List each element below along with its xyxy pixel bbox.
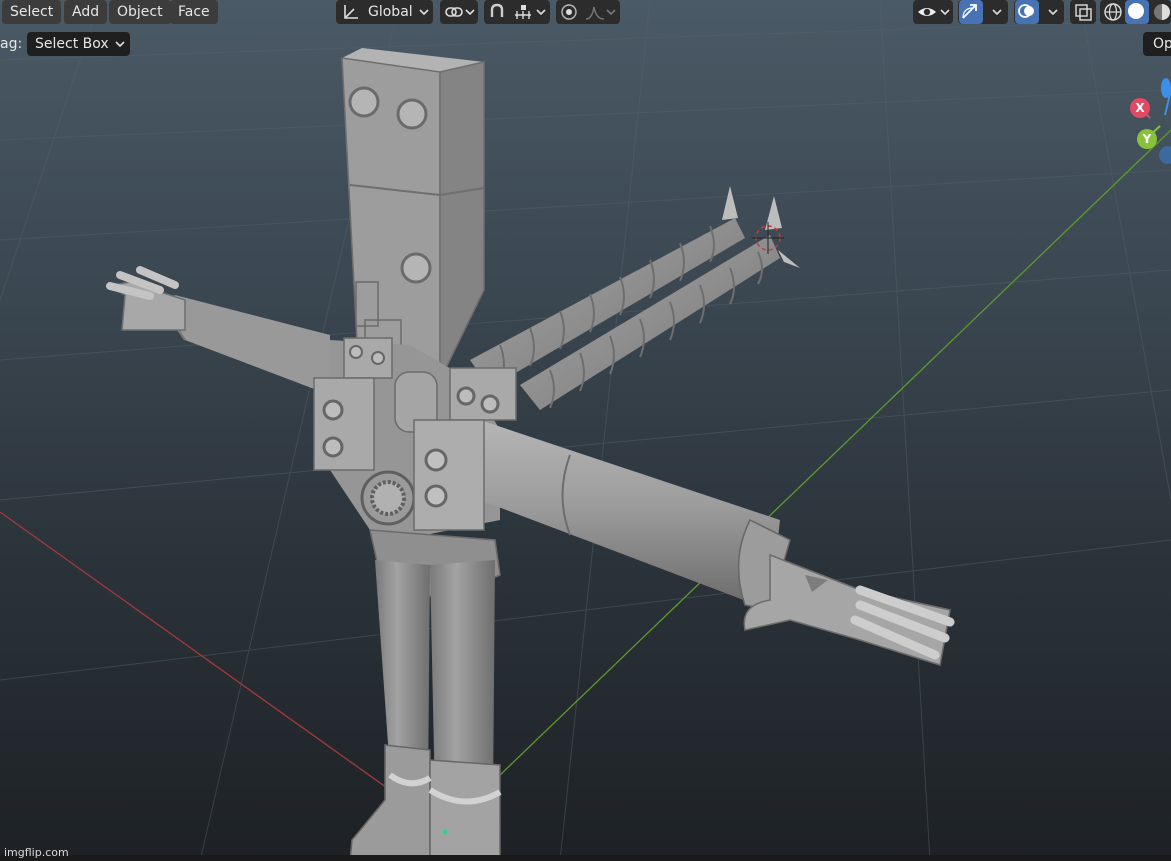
y-axis-line [499,129,1171,776]
gizmo-group[interactable] [958,0,1008,24]
scene-canvas[interactable] [0,0,1171,861]
menu-select[interactable]: Select [2,0,62,24]
drag-label: ag: [0,36,23,52]
gizmo-x-axis[interactable]: X [1130,98,1150,118]
material-sphere-icon[interactable] [1151,1,1171,23]
chevron-down-icon [113,32,127,56]
chevron-down-icon [463,0,477,24]
chevron-down-icon [534,0,548,24]
operator-panel-button[interactable]: Op [1143,32,1171,56]
left-arm [105,266,330,395]
menu-object[interactable]: Object [109,0,171,24]
chevron-down-icon [604,0,618,24]
eye-icon [916,1,938,23]
magnet-icon[interactable] [486,1,508,23]
3d-viewport[interactable]: Select Add Object Face Global ag: Select… [0,0,1171,861]
viewport-bottom-edge [0,855,1171,861]
proportional-edit-group[interactable] [556,0,620,24]
watermark: imgflip.com [4,846,69,859]
proportional-edit-icon[interactable] [558,1,580,23]
transform-orientation-dropdown[interactable]: Global [336,0,433,24]
gizmo-z-axis[interactable] [1161,78,1171,98]
menu-face[interactable]: Face [170,0,218,24]
falloff-curve-icon[interactable] [584,1,606,23]
gizmo-y-axis[interactable]: Y [1137,129,1157,149]
xray-toggle[interactable] [1070,0,1096,24]
visibility-dropdown[interactable] [913,0,953,24]
pivot-point-dropdown[interactable] [440,0,478,24]
solid-sphere-icon[interactable] [1125,0,1149,24]
orientation-axes-icon [340,1,362,23]
robot-legs [349,560,502,861]
gun-barrels [470,186,800,410]
orientation-label: Global [368,4,413,20]
chevron-down-icon [990,0,1004,24]
chevron-down-icon [938,0,952,24]
floor-grid [0,0,1171,861]
pivot-link-icon [443,1,465,23]
shading-mode-group[interactable] [1100,0,1171,24]
snap-increment-icon[interactable] [512,1,534,23]
snap-group[interactable] [484,0,550,24]
chevron-down-icon [1046,0,1060,24]
select-box-dropdown[interactable]: Select Box [27,32,130,56]
menu-add[interactable]: Add [64,0,108,24]
overlays-icon[interactable] [1015,0,1039,24]
select-mode-label: Select Box [35,36,109,52]
overlays-group[interactable] [1014,0,1064,24]
xray-icon [1072,1,1094,23]
chevron-down-icon [417,0,431,24]
gizmo-arrow-icon[interactable] [959,0,983,24]
x-axis-line [0,511,391,791]
wireframe-sphere-icon[interactable] [1102,1,1124,23]
robot-head [341,48,485,381]
